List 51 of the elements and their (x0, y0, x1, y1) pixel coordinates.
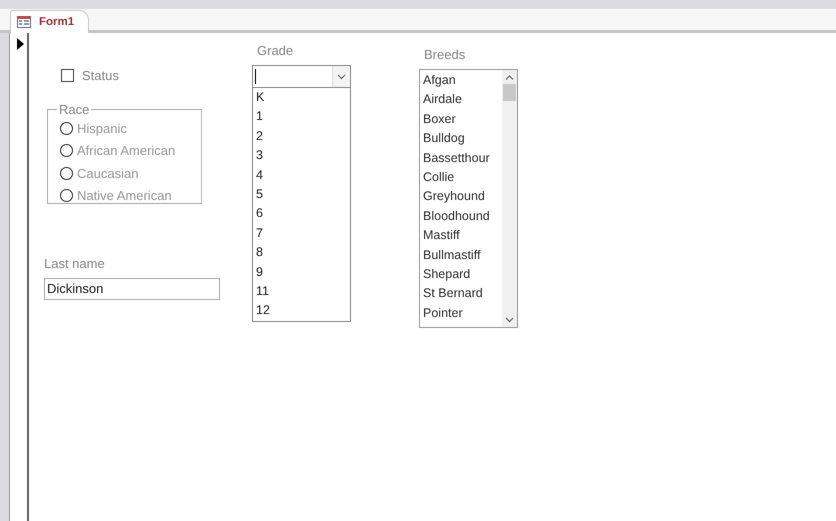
radio-label: Native American (77, 188, 172, 204)
list-item[interactable]: Boxer (420, 110, 502, 130)
list-item[interactable]: Airdale (420, 90, 502, 110)
list-item[interactable]: Bassetthour (420, 148, 502, 168)
list-item[interactable]: Bulldog (420, 129, 502, 149)
radio-button[interactable] (60, 144, 73, 158)
field-label: Grade (257, 43, 294, 59)
radio-button[interactable] (60, 166, 73, 180)
radio-label: Hispanic (77, 120, 127, 136)
radio-label: Caucasian (77, 166, 138, 181)
scrollbar[interactable] (502, 70, 517, 327)
form-tab[interactable]: Form1 (10, 10, 90, 33)
scroll-thumb[interactable] (503, 84, 516, 101)
dropdown-option[interactable]: 2 (253, 126, 350, 146)
last-name-field[interactable]: Dickinson (44, 278, 220, 300)
radio-button[interactable] (60, 122, 73, 135)
record-pointer-icon (17, 38, 24, 50)
dropdown-option[interactable]: 5 (253, 184, 350, 204)
list-item[interactable]: Mastiff (420, 226, 502, 246)
dropdown-option[interactable]: 8 (253, 243, 350, 263)
dropdown-option[interactable]: 11 (253, 282, 350, 302)
list-item[interactable]: St Bernard (420, 284, 502, 304)
list-item[interactable]: Bloodhound (420, 206, 502, 226)
list-item[interactable]: Greyhound (420, 187, 502, 207)
group-label: Race (58, 102, 90, 117)
dropdown-option[interactable]: 9 (253, 262, 350, 282)
checkbox-label: Status (82, 68, 119, 82)
list-item[interactable]: Bullmastiff (420, 246, 502, 265)
form-icon (17, 16, 31, 28)
list-item[interactable]: Pointer (420, 304, 502, 324)
dropdown-option[interactable]: 12 (253, 301, 350, 321)
list-item[interactable]: Collie (420, 168, 502, 188)
status-checkbox[interactable] (61, 68, 74, 82)
chevron-down-icon (505, 317, 514, 323)
chevron-down-icon (337, 74, 346, 80)
field-label: Last name (44, 256, 106, 272)
dropdown-option[interactable]: K (253, 88, 350, 108)
dropdown-button[interactable] (332, 66, 350, 87)
chevron-up-icon (505, 75, 514, 81)
dropdown-option[interactable]: 7 (253, 224, 350, 244)
dropdown-option[interactable]: 4 (253, 166, 350, 185)
dropdown-option[interactable]: 3 (253, 146, 350, 166)
text-cursor (255, 69, 256, 84)
field-label: Breeds (424, 47, 466, 63)
radio-button[interactable] (60, 189, 73, 202)
grade-combo-box[interactable] (252, 65, 351, 88)
radio-label: African American (77, 143, 176, 158)
list-item[interactable]: Shepard (420, 264, 502, 284)
dropdown-option[interactable]: 1 (253, 107, 350, 127)
list-item[interactable]: Afgan (420, 71, 502, 90)
dropdown-option[interactable]: 6 (253, 204, 350, 224)
